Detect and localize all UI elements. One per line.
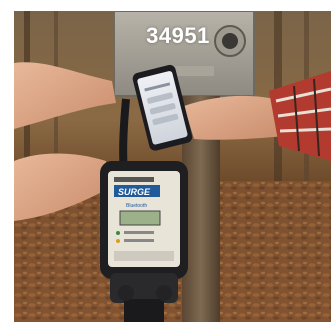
product-photo: SURGE Bluetooth xyxy=(14,11,331,322)
device-bluetooth-text: Bluetooth xyxy=(126,203,147,209)
device-brand-text: SURGE xyxy=(118,187,151,197)
photo-overlay-number: 34951 xyxy=(146,23,210,48)
